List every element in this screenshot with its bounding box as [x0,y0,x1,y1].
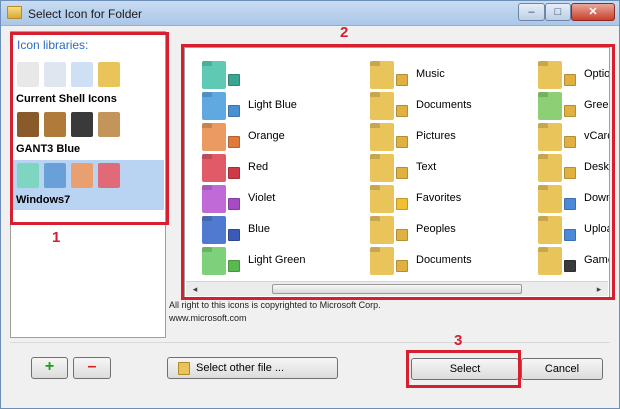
highlight-icon-grid [181,44,615,300]
remove-library-button[interactable]: – [73,357,111,379]
copyright-url: www.microsoft.com [169,313,247,323]
close-button[interactable]: ✕ [571,3,615,21]
cancel-button[interactable]: Cancel [521,358,603,380]
add-library-button[interactable]: + [31,357,68,379]
copyright-notice: All right to this icons is copyrighted t… [167,298,607,338]
callout-1: 1 [52,229,61,246]
divider [10,342,610,343]
select-other-file-label: Select other file ... [196,362,285,374]
select-icon-dialog: Select Icon for Folder – □ ✕ Icon librar… [0,0,620,409]
maximize-button[interactable]: □ [545,3,571,21]
folder-icon [7,6,22,19]
callout-2: 2 [340,24,349,41]
window-title: Select Icon for Folder [28,7,143,21]
highlight-select-button [406,350,521,388]
select-other-file-button[interactable]: Select other file ... [167,357,338,379]
callout-3: 3 [454,332,463,349]
minimize-button[interactable]: – [518,3,545,21]
folder-icon [178,362,190,375]
copyright-text: All right to this icons is copyrighted t… [169,300,381,310]
highlight-libraries [10,32,169,225]
title-bar[interactable]: Select Icon for Folder – □ ✕ [1,1,619,26]
